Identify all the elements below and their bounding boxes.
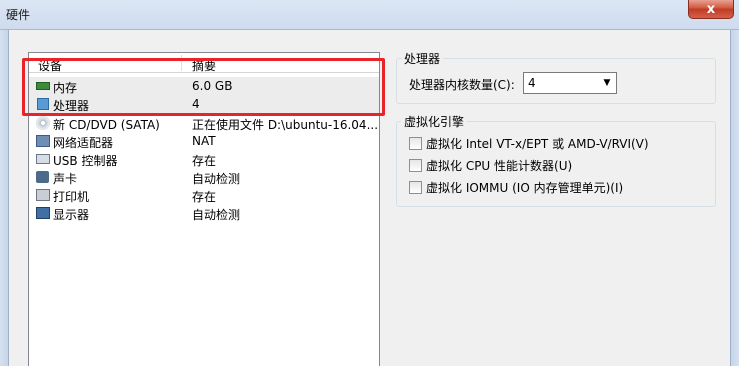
window-frame-right (730, 30, 739, 366)
network-adapter-icon (35, 133, 51, 149)
cd-dvd-icon (35, 115, 51, 131)
device-row-printer[interactable]: 打印机 存在 (29, 186, 379, 204)
virtualize-intel-vtx-option[interactable]: 虚拟化 Intel VT-x/EPT 或 AMD-V/RVI(V) (409, 135, 649, 153)
usb-controller-icon (35, 151, 51, 167)
device-summary: 存在 (192, 190, 217, 204)
virtualize-cpu-counters-checkbox[interactable] (409, 159, 422, 172)
printer-icon (35, 187, 51, 203)
device-summary: 正在使用文件 D:\ubuntu-16.04... (192, 118, 378, 132)
window-frame-left (0, 30, 9, 366)
device-name: 打印机 (53, 190, 90, 204)
virtualize-intel-vtx-label: 虚拟化 Intel VT-x/EPT 或 AMD-V/RVI(V) (426, 137, 649, 151)
device-row-usb-controller[interactable]: USB 控制器 存在 (29, 150, 379, 168)
title-bar: 硬件 x (0, 0, 739, 30)
display-icon (35, 205, 51, 221)
device-summary: 存在 (192, 154, 217, 168)
red-highlight-box (22, 58, 385, 116)
processor-cores-value: 4 (528, 76, 536, 90)
sound-card-icon (35, 169, 51, 185)
virtualize-cpu-counters-label: 虚拟化 CPU 性能计数器(U) (426, 159, 573, 173)
device-name: 网络适配器 (53, 136, 114, 150)
device-row-sound-card[interactable]: 声卡 自动检测 (29, 168, 379, 186)
virtualize-iommu-option[interactable]: 虚拟化 IOMMU (IO 内存管理单元)(I) (409, 179, 623, 197)
close-button[interactable]: x (688, 0, 734, 19)
device-row-network-adapter[interactable]: 网络适配器 NAT (29, 132, 379, 150)
device-name: 显示器 (53, 208, 90, 222)
device-row-cd-dvd[interactable]: 新 CD/DVD (SATA) 正在使用文件 D:\ubuntu-16.04..… (29, 114, 379, 132)
device-summary: NAT (192, 134, 216, 148)
virtualize-iommu-label: 虚拟化 IOMMU (IO 内存管理单元)(I) (426, 181, 624, 195)
processor-cores-label: 处理器内核数量(C): (409, 78, 515, 92)
virtualize-intel-vtx-checkbox[interactable] (409, 137, 422, 150)
processor-group-title: 处理器 (401, 50, 444, 67)
device-summary: 自动检测 (192, 172, 241, 186)
device-row-display[interactable]: 显示器 自动检测 (29, 204, 379, 222)
window-title: 硬件 (6, 8, 31, 22)
virtualize-iommu-checkbox[interactable] (409, 181, 422, 194)
virtualize-cpu-counters-option[interactable]: 虚拟化 CPU 性能计数器(U) (409, 157, 572, 175)
device-summary: 自动检测 (192, 208, 241, 222)
chevron-down-icon[interactable]: ▼ (598, 73, 616, 93)
virtualization-group-title: 虚拟化引擎 (401, 113, 468, 130)
device-name: 声卡 (53, 172, 78, 186)
device-name: USB 控制器 (53, 154, 118, 168)
close-icon: x (706, 1, 716, 17)
device-name: 新 CD/DVD (SATA) (53, 118, 160, 132)
processor-cores-select[interactable]: 4 ▼ (523, 72, 617, 94)
